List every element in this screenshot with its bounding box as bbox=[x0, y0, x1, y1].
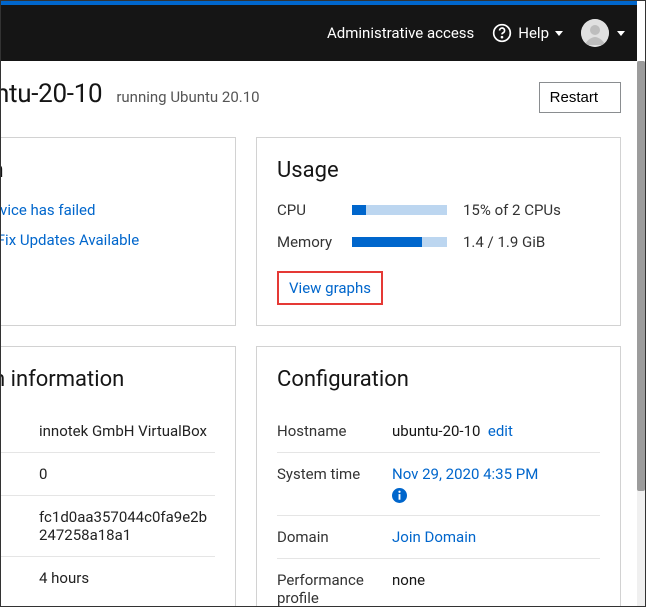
info-icon[interactable] bbox=[392, 488, 407, 503]
table-row: me 4 hours bbox=[1, 557, 215, 600]
health-link-updates[interactable]: Bug Fix Updates Available bbox=[1, 231, 215, 249]
sysinfo-label: me bbox=[1, 557, 39, 600]
health-card: alth 1 service has failed Bug Fix Update… bbox=[1, 137, 236, 326]
usage-value-cpu: 15% of 2 CPUs bbox=[463, 201, 561, 219]
system-info-table: el innotek GmbH VirtualBox t tag 0 hine … bbox=[1, 410, 215, 599]
page-header: ntu-20-10 running Ubuntu 20.10 Restart bbox=[1, 61, 637, 137]
view-graphs-highlight: View graphs bbox=[277, 271, 383, 305]
help-label: Help bbox=[518, 24, 549, 42]
usage-card: Usage CPU 15% of 2 CPUs Memory 1.4 / 1.9… bbox=[256, 137, 621, 326]
user-menu[interactable] bbox=[581, 19, 625, 47]
health-title: alth bbox=[1, 158, 215, 183]
usage-row-cpu: CPU 15% of 2 CPUs bbox=[277, 201, 600, 219]
system-info-card: tem information el innotek GmbH VirtualB… bbox=[1, 346, 236, 606]
topbar-accent bbox=[1, 1, 637, 5]
table-row: Performance profile none bbox=[277, 558, 600, 606]
restart-button[interactable]: Restart bbox=[539, 82, 621, 113]
usage-bar-fill-memory bbox=[352, 237, 422, 247]
admin-access-label[interactable]: Administrative access bbox=[327, 24, 474, 42]
config-systime-label: System time bbox=[277, 453, 392, 516]
usage-label-memory: Memory bbox=[277, 233, 352, 251]
sysinfo-label: t tag bbox=[1, 453, 39, 496]
table-row: Hostname ubuntu-20-10 edit bbox=[277, 410, 600, 453]
join-domain-link[interactable]: Join Domain bbox=[392, 528, 476, 546]
scrollbar[interactable] bbox=[637, 61, 645, 606]
table-row: el innotek GmbH VirtualBox bbox=[1, 410, 215, 453]
configuration-title: Configuration bbox=[277, 367, 600, 392]
usage-bar-memory bbox=[352, 237, 447, 247]
table-row: hine fc1d0aa357044c0fa9e2b247258a18a1 bbox=[1, 496, 215, 557]
usage-bar-cpu bbox=[352, 205, 447, 215]
config-domain-label: Domain bbox=[277, 515, 392, 558]
hostname-edit-link[interactable]: edit bbox=[488, 422, 513, 440]
scrollbar-thumb[interactable] bbox=[637, 61, 645, 491]
sysinfo-value: fc1d0aa357044c0fa9e2b247258a18a1 bbox=[39, 496, 215, 557]
avatar bbox=[581, 19, 609, 47]
sysinfo-label: hine bbox=[1, 496, 39, 557]
content-area: ntu-20-10 running Ubuntu 20.10 Restart a… bbox=[1, 61, 637, 606]
topbar: Administrative access Help bbox=[1, 5, 637, 61]
health-link-service-failed[interactable]: 1 service has failed bbox=[1, 201, 215, 219]
sysinfo-value: 0 bbox=[39, 453, 215, 496]
config-perf-label: Performance profile bbox=[277, 558, 392, 606]
view-graphs-link[interactable]: View graphs bbox=[289, 279, 371, 297]
systime-link[interactable]: Nov 29, 2020 4:35 PM bbox=[392, 465, 538, 483]
help-icon bbox=[492, 23, 512, 43]
sysinfo-value: innotek GmbH VirtualBox bbox=[39, 410, 215, 453]
restart-label: Restart bbox=[550, 89, 598, 106]
table-row: System time Nov 29, 2020 4:35 PM bbox=[277, 453, 600, 516]
table-row: t tag 0 bbox=[1, 453, 215, 496]
table-row: Domain Join Domain bbox=[277, 515, 600, 558]
help-menu[interactable]: Help bbox=[492, 23, 563, 43]
sysinfo-label: el bbox=[1, 410, 39, 453]
usage-value-memory: 1.4 / 1.9 GiB bbox=[463, 233, 545, 251]
configuration-table: Hostname ubuntu-20-10 edit System time N… bbox=[277, 410, 600, 606]
host-subtitle: running Ubuntu 20.10 bbox=[116, 88, 259, 106]
usage-bar-fill-cpu bbox=[352, 205, 366, 215]
config-hostname-label: Hostname bbox=[277, 410, 392, 453]
config-perf-value: none bbox=[392, 558, 600, 606]
usage-title: Usage bbox=[277, 158, 600, 183]
system-info-title: tem information bbox=[1, 367, 215, 392]
usage-row-memory: Memory 1.4 / 1.9 GiB bbox=[277, 233, 600, 251]
host-title: ntu-20-10 bbox=[1, 79, 102, 109]
caret-down-icon bbox=[617, 31, 625, 36]
config-hostname-value: ubuntu-20-10 bbox=[392, 422, 480, 440]
caret-down-icon bbox=[555, 31, 563, 36]
sysinfo-value: 4 hours bbox=[39, 557, 215, 600]
usage-label-cpu: CPU bbox=[277, 201, 352, 219]
configuration-card: Configuration Hostname ubuntu-20-10 edit… bbox=[256, 346, 621, 606]
